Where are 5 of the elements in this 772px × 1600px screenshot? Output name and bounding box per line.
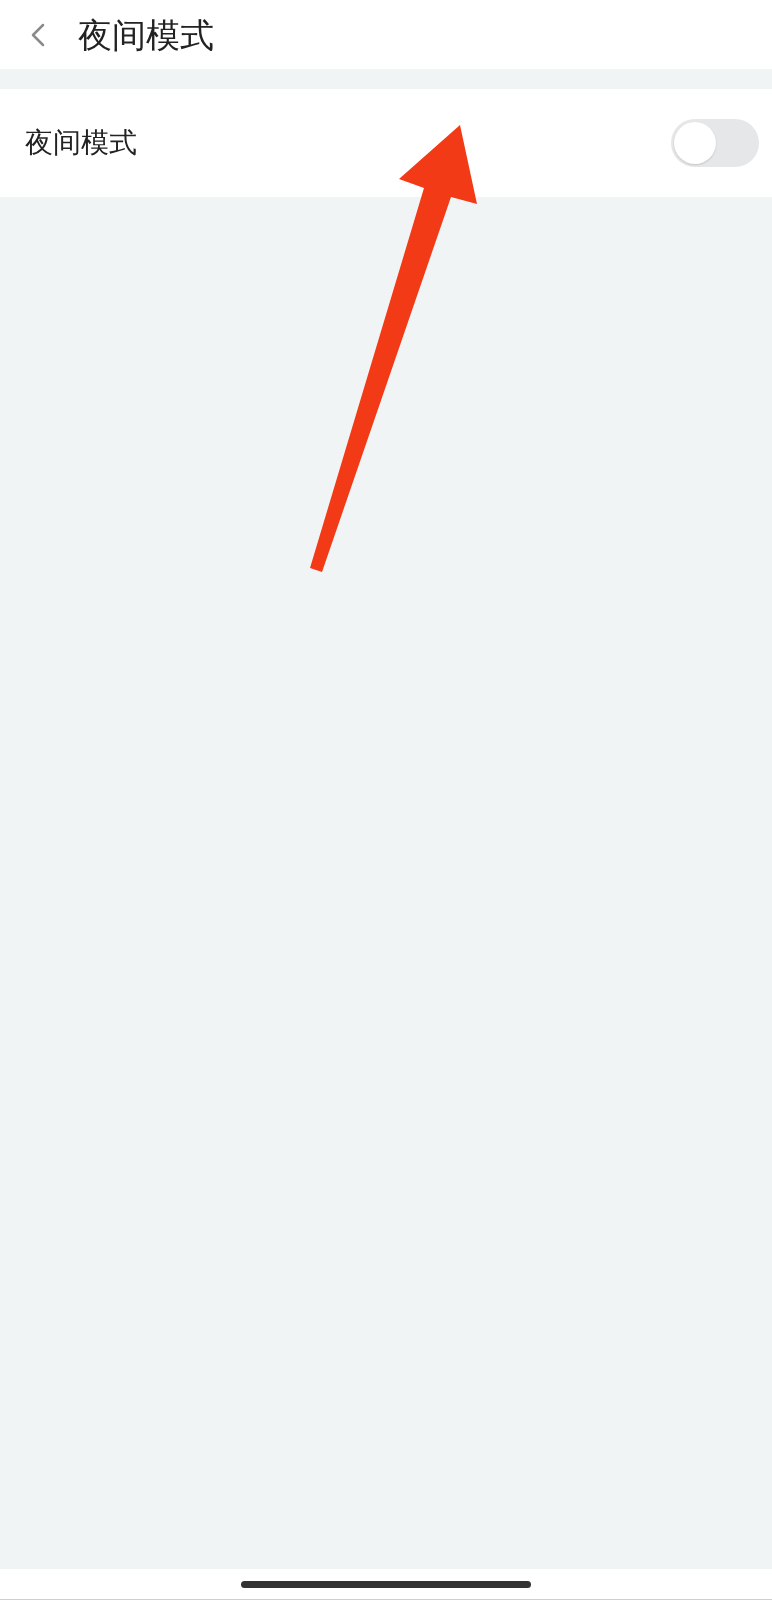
home-indicator[interactable] <box>241 1581 531 1588</box>
setting-label: 夜间模式 <box>25 129 137 157</box>
toggle-switch[interactable] <box>671 119 759 167</box>
toggle-knob <box>674 122 716 164</box>
page-title: 夜间模式 <box>78 17 214 52</box>
